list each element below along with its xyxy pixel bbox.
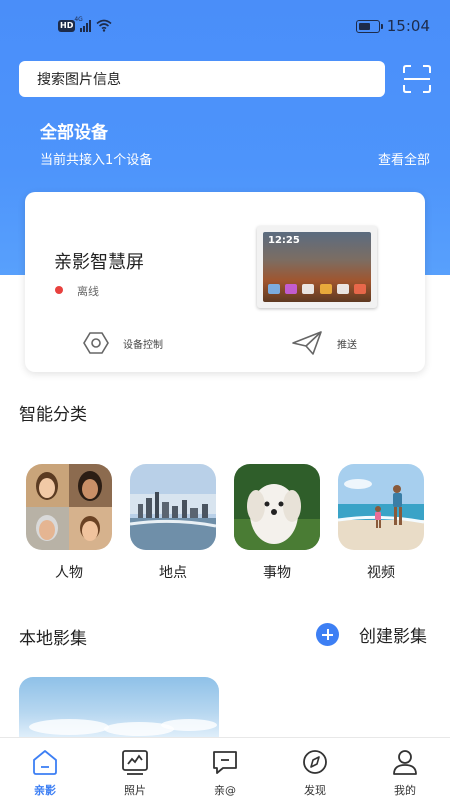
device-screen-time: 12:25 [268, 235, 300, 246]
category-videos[interactable]: 视频 [338, 464, 424, 582]
create-album-label: 创建影集 [359, 627, 427, 647]
smart-categories-title: 智能分类 [19, 405, 87, 425]
chat-icon [213, 751, 237, 774]
nav-photos[interactable]: 照片 [90, 738, 180, 800]
people-photo [26, 464, 112, 550]
status-left: HD 4G [58, 16, 112, 32]
status-bar: HD 4G 15:04 [0, 0, 450, 52]
nav-profile-label: 我的 [394, 784, 416, 797]
device-image: 12:25 [257, 226, 377, 308]
signal-icon: 4G [74, 16, 92, 32]
profile-icon [393, 750, 417, 775]
bottom-navigation: 亲影 照片 亲@ 发现 我的 [0, 737, 450, 800]
device-screen-preview: 12:25 [263, 232, 371, 302]
nav-chat-label: 亲@ [214, 784, 236, 797]
status-time: 15:04 [386, 17, 430, 35]
category-things-label: 事物 [263, 565, 291, 581]
device-card[interactable]: 亲影智慧屏 离线 12:25 设备控制 推送 [25, 192, 425, 372]
nav-home[interactable]: 亲影 [0, 738, 90, 800]
dog-photo [234, 464, 320, 550]
device-count-text: 当前共接入1个设备 [40, 153, 153, 168]
view-all-link[interactable]: 查看全部 [378, 149, 430, 168]
category-people[interactable]: 人物 [26, 464, 112, 582]
city-photo [130, 464, 216, 550]
create-album-button[interactable]: 创建影集 [316, 622, 427, 647]
push-label: 推送 [337, 339, 357, 351]
category-things[interactable]: 事物 [234, 464, 320, 582]
compass-icon [303, 750, 327, 774]
app-screen: HD 4G 15:04 搜索图片信息 全部设备 当前共接入1个设备 查看全部 亲… [0, 0, 450, 800]
device-control-label: 设备控制 [123, 339, 163, 351]
category-people-label: 人物 [55, 565, 83, 581]
battery-icon [355, 19, 383, 33]
hd-badge: HD [58, 19, 76, 32]
nav-home-label: 亲影 [34, 784, 56, 797]
home-icon [33, 750, 57, 775]
category-videos-label: 视频 [367, 565, 395, 581]
status-right: 15:04 [355, 17, 430, 35]
device-status: 离线 [77, 285, 99, 298]
device-control-button[interactable]: 设备控制 [83, 330, 163, 356]
photos-icon [122, 750, 148, 775]
offline-status-dot [55, 286, 63, 294]
push-button[interactable]: 推送 [291, 330, 357, 356]
device-screen-app-icons [268, 284, 366, 294]
search-bar[interactable]: 搜索图片信息 [19, 61, 385, 97]
nav-photos-label: 照片 [124, 784, 146, 797]
beach-photo [338, 464, 424, 550]
nav-chat[interactable]: 亲@ [180, 738, 270, 800]
hexagon-settings-icon [83, 332, 109, 354]
network-type: 4G [74, 15, 83, 23]
device-name: 亲影智慧屏 [54, 252, 144, 273]
paper-plane-icon [292, 331, 322, 355]
plus-icon [316, 623, 339, 646]
nav-discover-label: 发现 [304, 784, 326, 797]
all-devices-title: 全部设备 [40, 123, 108, 143]
local-albums-title: 本地影集 [19, 629, 87, 649]
wifi-icon [96, 19, 112, 32]
category-places-label: 地点 [159, 565, 187, 581]
search-placeholder: 搜索图片信息 [37, 72, 121, 88]
scan-icon[interactable] [402, 64, 432, 94]
nav-discover[interactable]: 发现 [270, 738, 360, 800]
category-places[interactable]: 地点 [130, 464, 216, 582]
nav-profile[interactable]: 我的 [360, 738, 450, 800]
